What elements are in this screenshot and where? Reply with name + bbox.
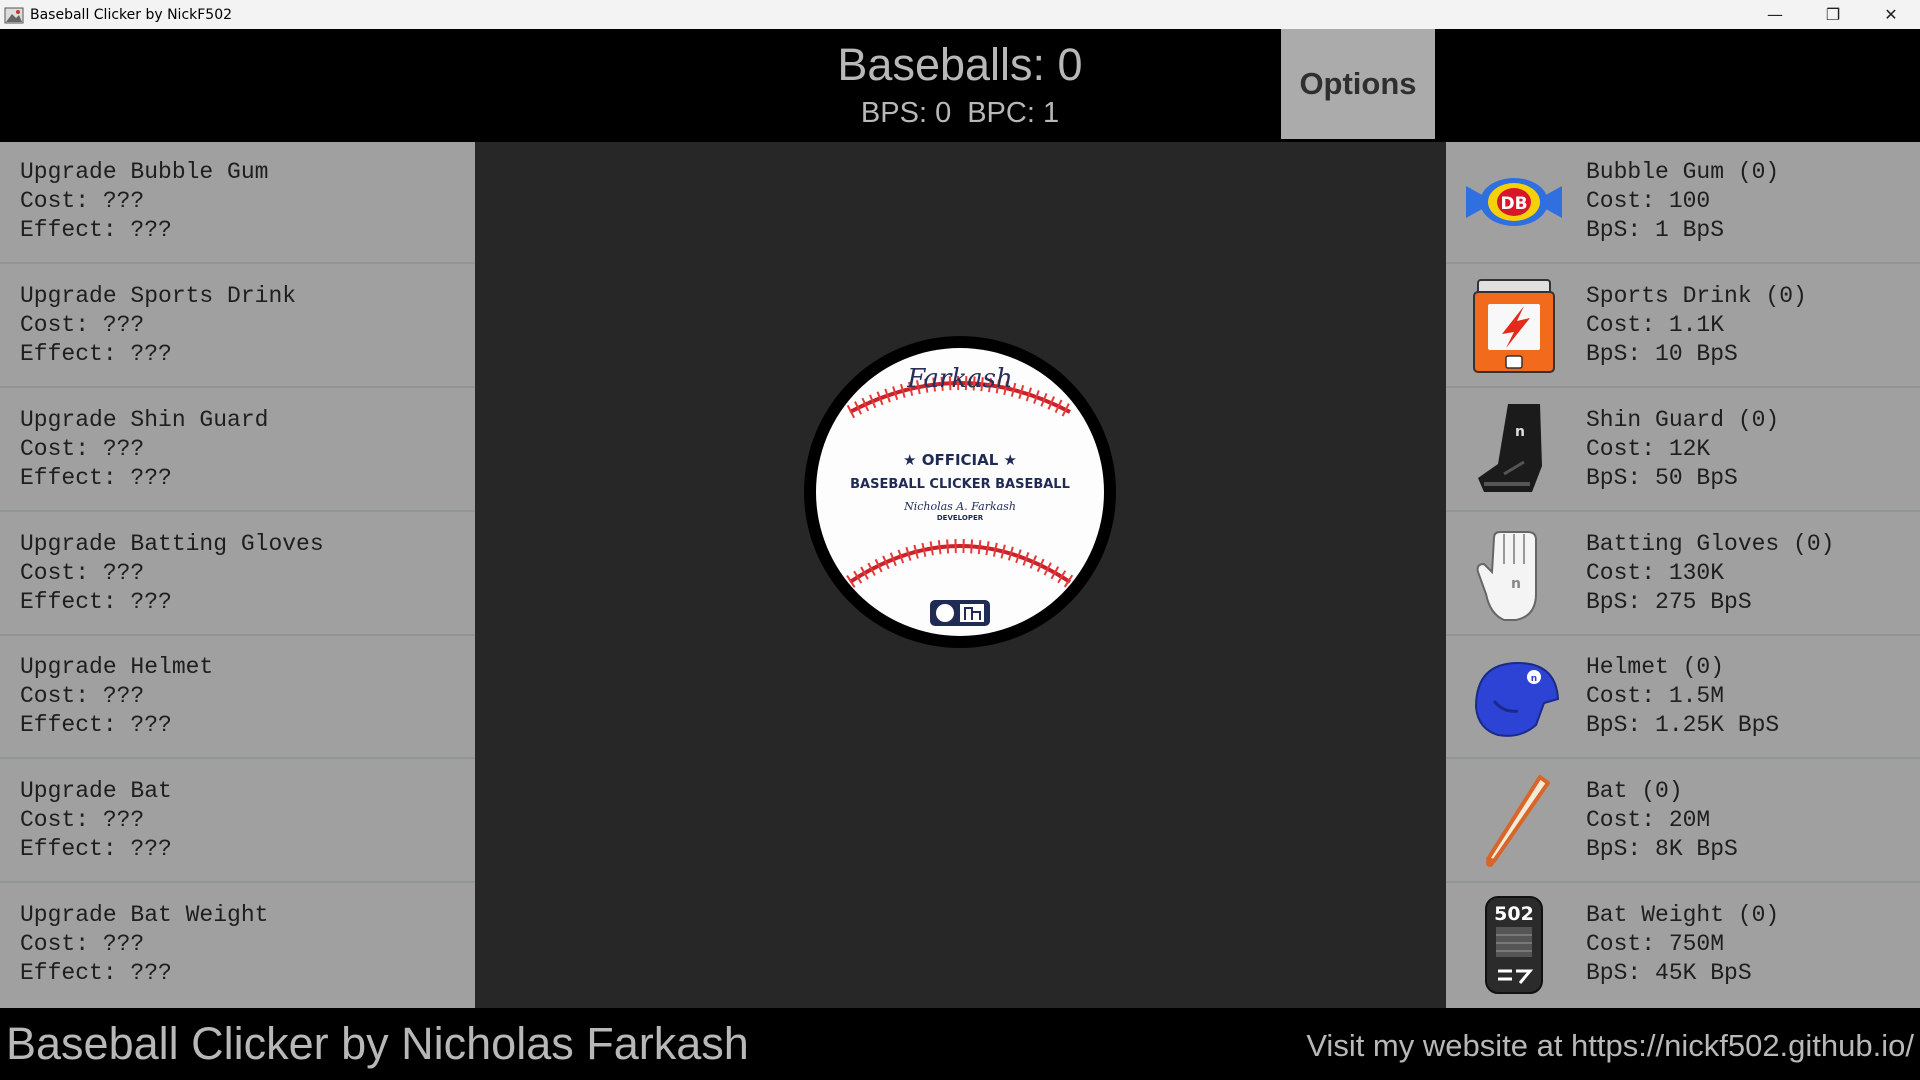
shop-item-helmet[interactable]: n Helmet (0) Cost: 1.5M BpS: 1.25K BpS: [1446, 637, 1920, 759]
svg-text:n: n: [1511, 576, 1521, 592]
bat-icon: [1486, 775, 1550, 867]
shop-item-bubble-gum[interactable]: DB Bubble Gum (0) Cost: 100 BpS: 1 BpS: [1446, 142, 1920, 264]
item-bps: BpS: 1.25K BpS: [1586, 712, 1780, 738]
upgrade-cost: Cost: ???: [20, 312, 145, 338]
bubble-gum-icon: DB: [1466, 178, 1562, 226]
item-cost: Cost: 20M: [1586, 807, 1711, 833]
ball-role: DEVELOPER: [937, 514, 984, 522]
item-name: Helmet (0): [1586, 654, 1725, 680]
upgrade-effect: Effect: ???: [20, 341, 172, 367]
close-button[interactable]: ✕: [1862, 0, 1920, 29]
shop-panel: DB Bubble Gum (0) Cost: 100 BpS: 1 BpS S…: [1446, 142, 1920, 1008]
upgrade-cost: Cost: ???: [20, 931, 145, 957]
item-name: Shin Guard (0): [1586, 407, 1780, 433]
shop-item-text: Helmet (0) Cost: 1.5M BpS: 1.25K BpS: [1586, 653, 1779, 740]
options-button[interactable]: Options: [1281, 29, 1435, 139]
website-link[interactable]: Visit my website at https://nickf502.git…: [1306, 1026, 1914, 1066]
svg-text:DB: DB: [1500, 194, 1527, 214]
upgrade-name: Upgrade Bubble Gum: [20, 159, 269, 185]
bat-weight-icon: 502: [1485, 896, 1543, 994]
item-name: Sports Drink (0): [1586, 283, 1807, 309]
upgrade-shin-guard[interactable]: Upgrade Shin Guard Cost: ??? Effect: ???: [0, 390, 475, 512]
app-icon: [4, 7, 24, 23]
shop-item-text: Bat (0) Cost: 20M BpS: 8K BpS: [1586, 777, 1738, 864]
upgrade-name: Upgrade Sports Drink: [20, 283, 297, 309]
item-bps: BpS: 10 BpS: [1586, 341, 1738, 367]
item-cost: Cost: 100: [1586, 188, 1711, 214]
sports-drink-icon: [1473, 279, 1555, 373]
bps-stat: BPS: 0: [860, 97, 952, 129]
footer-credit: Baseball Clicker by Nicholas Farkash: [6, 1018, 749, 1069]
upgrade-effect: Effect: ???: [20, 712, 172, 738]
minimize-button[interactable]: —: [1746, 0, 1804, 29]
shop-item-sports-drink[interactable]: Sports Drink (0) Cost: 1.1K BpS: 10 BpS: [1446, 266, 1920, 388]
upgrade-name: Upgrade Bat: [20, 778, 172, 804]
item-bps: BpS: 1 BpS: [1586, 217, 1725, 243]
ball-product: BASEBALL CLICKER BASEBALL: [850, 477, 1070, 492]
item-name: Bat Weight (0): [1586, 902, 1780, 928]
item-cost: Cost: 130K: [1586, 560, 1725, 586]
shop-item-text: Batting Gloves (0) Cost: 130K BpS: 275 B…: [1586, 530, 1834, 617]
helmet-icon: n: [1474, 661, 1560, 737]
shop-item-text: Bat Weight (0) Cost: 750M BpS: 45K BpS: [1586, 901, 1779, 988]
upgrade-effect: Effect: ???: [20, 960, 172, 986]
upgrade-name: Upgrade Shin Guard: [20, 407, 269, 433]
upgrade-helmet[interactable]: Upgrade Helmet Cost: ??? Effect: ???: [0, 637, 475, 759]
upgrade-cost: Cost: ???: [20, 560, 145, 586]
ball-logo: [930, 600, 990, 626]
batting-gloves-icon: n: [1476, 531, 1537, 621]
upgrade-effect: Effect: ???: [20, 836, 172, 862]
shop-item-batting-gloves[interactable]: n Batting Gloves (0) Cost: 130K BpS: 275…: [1446, 514, 1920, 636]
shop-item-text: Sports Drink (0) Cost: 1.1K BpS: 10 BpS: [1586, 282, 1807, 369]
item-bps: BpS: 8K BpS: [1586, 836, 1738, 862]
upgrade-effect: Effect: ???: [20, 217, 172, 243]
item-bps: BpS: 45K BpS: [1586, 960, 1752, 986]
ball-official: ★ OFFICIAL ★: [903, 451, 1017, 469]
baseball-button[interactable]: Farkash ★ OFFICIAL ★ BASEBALL CLICKER BA…: [802, 334, 1118, 650]
item-cost: Cost: 750M: [1586, 931, 1725, 957]
shop-item-text: Bubble Gum (0) Cost: 100 BpS: 1 BpS: [1586, 158, 1779, 245]
svg-text:502: 502: [1494, 903, 1534, 925]
item-cost: Cost: 1.5M: [1586, 683, 1725, 709]
shop-item-bat[interactable]: Bat (0) Cost: 20M BpS: 8K BpS: [1446, 761, 1920, 883]
item-name: Bat (0): [1586, 778, 1683, 804]
item-cost: Cost: 12K: [1586, 436, 1711, 462]
item-name: Batting Gloves (0): [1586, 531, 1835, 557]
upgrade-bat[interactable]: Upgrade Bat Cost: ??? Effect: ???: [0, 761, 475, 883]
svg-text:n: n: [1531, 674, 1537, 684]
baseballs-counter: Baseballs: 0: [837, 39, 1083, 90]
ball-brand: Farkash: [906, 364, 1013, 394]
upgrade-name: Upgrade Helmet: [20, 654, 214, 680]
upgrade-cost: Cost: ???: [20, 683, 145, 709]
bpc-stat: BPC: 1: [967, 97, 1060, 129]
upgrade-bat-weight[interactable]: Upgrade Bat Weight Cost: ??? Effect: ???: [0, 885, 475, 1007]
rates-display: BPS: 0 BPC: 1: [0, 96, 1920, 130]
item-cost: Cost: 1.1K: [1586, 312, 1725, 338]
upgrade-sports-drink[interactable]: Upgrade Sports Drink Cost: ??? Effect: ?…: [0, 266, 475, 388]
upgrade-cost: Cost: ???: [20, 188, 145, 214]
upgrade-effect: Effect: ???: [20, 465, 172, 491]
restore-button[interactable]: ❐: [1804, 0, 1862, 29]
shin-guard-icon: n: [1478, 404, 1542, 492]
ball-signature: Nicholas A. Farkash: [903, 500, 1016, 513]
upgrades-panel: Upgrade Bubble Gum Cost: ??? Effect: ???…: [0, 142, 475, 1008]
item-bps: BpS: 275 BpS: [1586, 589, 1752, 615]
upgrade-cost: Cost: ???: [20, 436, 145, 462]
window-titlebar: Baseball Clicker by NickF502 — ❐ ✕: [0, 0, 1920, 29]
upgrade-cost: Cost: ???: [20, 807, 145, 833]
item-bps: BpS: 50 BpS: [1586, 465, 1738, 491]
svg-text:n: n: [1515, 424, 1525, 440]
upgrade-batting-gloves[interactable]: Upgrade Batting Gloves Cost: ??? Effect:…: [0, 514, 475, 636]
shop-item-text: Shin Guard (0) Cost: 12K BpS: 50 BpS: [1586, 406, 1779, 493]
window-title: Baseball Clicker by NickF502: [30, 6, 233, 23]
shop-item-bat-weight[interactable]: 502 Bat Weight (0) Cost: 750M BpS: 45K B…: [1446, 885, 1920, 1007]
upgrade-name: Upgrade Bat Weight: [20, 902, 269, 928]
item-name: Bubble Gum (0): [1586, 159, 1780, 185]
upgrade-name: Upgrade Batting Gloves: [20, 531, 324, 557]
shop-item-shin-guard[interactable]: n Shin Guard (0) Cost: 12K BpS: 50 BpS: [1446, 390, 1920, 512]
upgrade-effect: Effect: ???: [20, 589, 172, 615]
upgrade-bubble-gum[interactable]: Upgrade Bubble Gum Cost: ??? Effect: ???: [0, 142, 475, 264]
